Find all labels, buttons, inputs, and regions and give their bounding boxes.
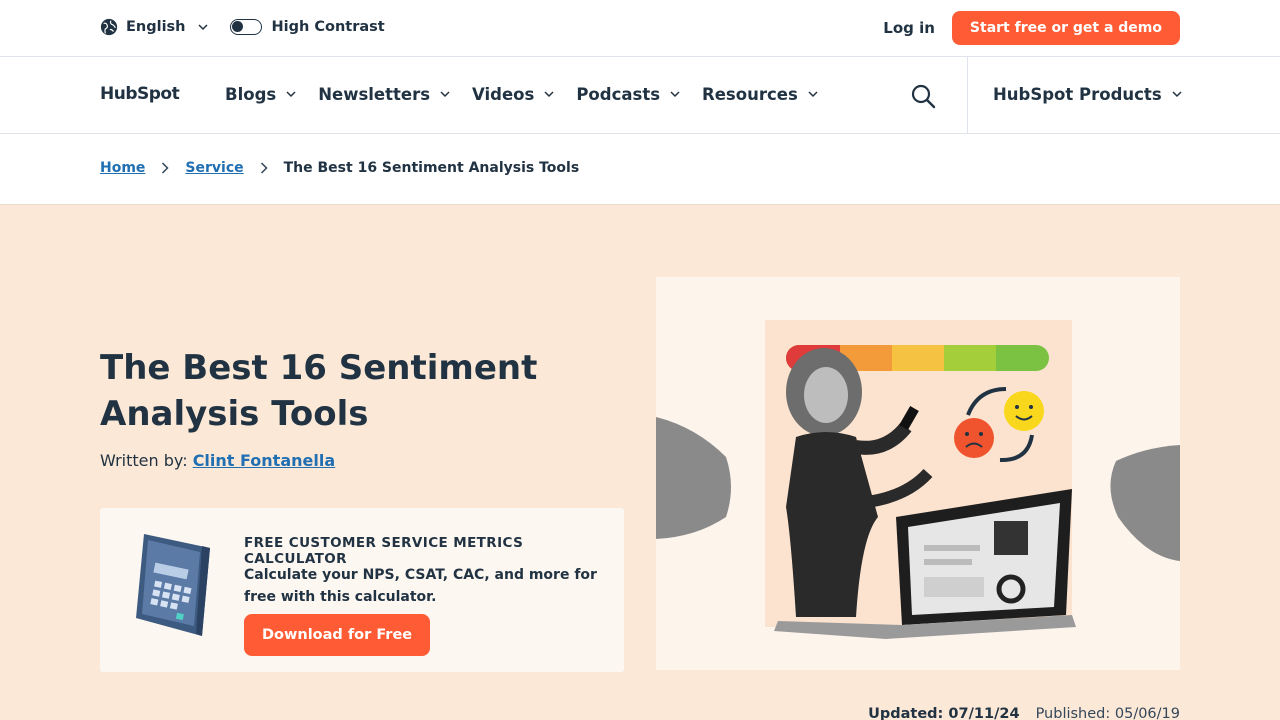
chevron-down-icon: [808, 91, 818, 98]
calculator-book-image: [136, 534, 210, 636]
toggle-switch[interactable]: [229, 19, 262, 35]
hubspot-logo[interactable]: HubSpot: [100, 84, 180, 104]
utility-right: Log in Start free or get a demo: [883, 11, 1180, 45]
updated-value: 07/11/24: [948, 706, 1020, 720]
offer-title: FREE CUSTOMER SERVICE METRICS CALCULATOR: [244, 535, 524, 567]
page-title: The Best 16 Sentiment Analysis Tools: [100, 348, 538, 434]
breadcrumb-current: The Best 16 Sentiment Analysis Tools: [283, 160, 580, 176]
author-link[interactable]: Clint Fontanella: [193, 451, 335, 470]
search-icon[interactable]: [910, 83, 936, 109]
offer-card: FREE CUSTOMER SERVICE METRICS CALCULATOR…: [100, 508, 624, 672]
updated-label: Updated:: [868, 706, 944, 720]
logo-text: HubSpot: [100, 84, 180, 104]
sentiment-illustration: [656, 320, 1180, 639]
breadcrumb-home[interactable]: Home: [100, 160, 145, 176]
nav-divider: [967, 57, 968, 133]
start-free-button[interactable]: Start free or get a demo: [951, 11, 1180, 45]
language-label: English: [126, 19, 186, 35]
updated-date: Updated: 07/11/24: [868, 706, 1019, 720]
published-label: Published:: [1035, 706, 1111, 720]
written-by-label: Written by:: [100, 451, 188, 470]
chevron-right-icon: [260, 162, 268, 174]
nav-item-label: Blogs: [225, 85, 277, 104]
products-label: HubSpot Products: [993, 85, 1162, 104]
breadcrumb-service[interactable]: Service: [185, 160, 243, 176]
chevron-down-icon: [440, 91, 450, 98]
published-value: 05/06/19: [1114, 706, 1180, 720]
hubspot-products-menu[interactable]: HubSpot Products: [993, 85, 1182, 104]
login-link[interactable]: Log in: [883, 19, 935, 37]
toggle-knob: [231, 21, 243, 32]
offer-description: Calculate your NPS, CSAT, CAC, and more …: [244, 567, 597, 605]
high-contrast-label: High Contrast: [271, 19, 385, 35]
chevron-down-icon: [670, 91, 680, 98]
breadcrumb: Home Service The Best 16 Sentiment Analy…: [100, 160, 579, 176]
nav-item-blogs[interactable]: Blogs: [225, 85, 296, 104]
utility-bar: English High Contrast Log in Start free …: [0, 0, 1280, 57]
hero-illustration: [656, 277, 1180, 670]
chevron-down-icon: [1172, 91, 1182, 98]
author-byline: Written by: Clint Fontanella: [100, 451, 335, 470]
globe-icon: [100, 18, 118, 36]
nav-item-videos[interactable]: Videos: [472, 85, 554, 104]
nav-item-label: Videos: [472, 85, 535, 104]
utility-left: English High Contrast: [100, 18, 385, 36]
download-button[interactable]: Download for Free: [244, 614, 431, 656]
nav-item-resources[interactable]: Resources: [702, 85, 818, 104]
nav-item-podcasts[interactable]: Podcasts: [576, 85, 680, 104]
nav-item-newsletters[interactable]: Newsletters: [318, 85, 450, 104]
chevron-down-icon: [197, 23, 208, 30]
nav-menu: Blogs Newsletters Videos Podcasts Resour…: [225, 85, 818, 104]
nav-item-label: Podcasts: [576, 85, 661, 104]
language-selector[interactable]: English: [100, 18, 208, 36]
published-date: Published: 05/06/19: [1036, 706, 1180, 720]
chevron-down-icon: [286, 91, 296, 98]
chevron-right-icon: [162, 162, 169, 174]
article-hero: The Best 16 Sentiment Analysis Tools Wri…: [0, 204, 1280, 720]
nav-item-label: Resources: [702, 85, 798, 104]
nav-item-label: Newsletters: [318, 85, 431, 104]
high-contrast-toggle[interactable]: High Contrast: [229, 19, 385, 35]
main-navigation: HubSpot Blogs Newsletters Videos Podcast…: [0, 57, 1280, 134]
chevron-down-icon: [544, 91, 554, 98]
article-dates: Updated: 07/11/24 Published: 05/06/19: [868, 706, 1180, 720]
